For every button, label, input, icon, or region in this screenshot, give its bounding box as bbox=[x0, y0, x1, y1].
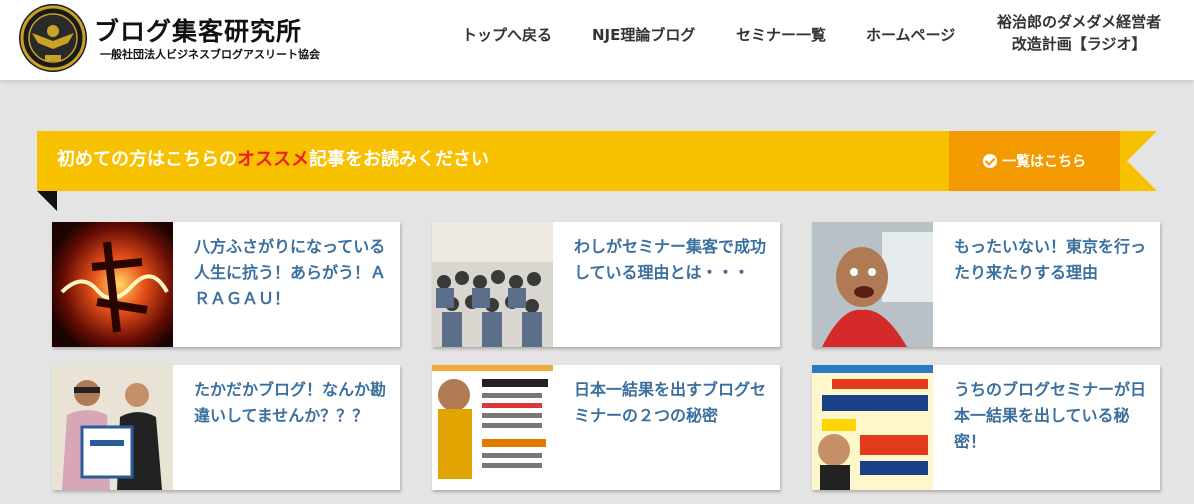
article-thumbnail-seminar-flyer[interactable] bbox=[432, 365, 553, 490]
article-thumbnail-two-men[interactable] bbox=[52, 365, 173, 490]
banner-fold-shape bbox=[37, 191, 57, 211]
site-header: ブログ集客研究所 一般社団法人ビジネスブログアスリート協会 トップへ戻る NJE… bbox=[0, 0, 1194, 80]
nav-homepage[interactable]: ホームページ bbox=[866, 24, 955, 46]
banner-text-highlight: オススメ bbox=[237, 149, 309, 170]
article-title[interactable]: もったいない！東京を行ったり来たりする理由 bbox=[954, 234, 1150, 286]
nav-radio[interactable]: 裕治郎のダメダメ経営者 改造計画【ラジオ】 bbox=[997, 11, 1161, 55]
article-card[interactable]: もったいない！東京を行ったり来たりする理由 bbox=[812, 222, 1160, 347]
article-card[interactable]: わしがセミナー集客で成功している理由とは・・・ bbox=[432, 222, 780, 347]
banner-text: 初めての方はこちらのオススメ記事をお読みください bbox=[57, 146, 489, 174]
article-title[interactable]: わしがセミナー集客で成功している理由とは・・・ bbox=[574, 234, 770, 286]
article-title[interactable]: 八方ふさがりになっている人生に抗う！あらがう！ＡＲＡＧＡＵ！ bbox=[194, 234, 390, 312]
check-circle-icon bbox=[983, 154, 997, 168]
logo-title[interactable]: ブログ集客研究所 bbox=[94, 12, 302, 48]
article-thumbnail-nje-seminar[interactable] bbox=[812, 365, 933, 490]
article-title[interactable]: うちのブログセミナーが日本一結果を出している秘密！ bbox=[954, 377, 1150, 455]
article-title[interactable]: 日本一結果を出すブログセミナーの２つの秘密 bbox=[574, 377, 770, 429]
article-card[interactable]: 八方ふさがりになっている人生に抗う！あらがう！ＡＲＡＧＡＵ！ bbox=[52, 222, 400, 347]
nav-nje-blog[interactable]: NJE理論ブログ bbox=[592, 24, 695, 46]
article-card[interactable]: うちのブログセミナーが日本一結果を出している秘密！ bbox=[812, 365, 1160, 490]
nav-radio-line1: 裕治郎のダメダメ経営者 bbox=[997, 13, 1162, 31]
article-card[interactable]: 日本一結果を出すブログセミナーの２つの秘密 bbox=[432, 365, 780, 490]
banner-text-before: 初めての方はこちらの bbox=[57, 149, 237, 170]
nav-top[interactable]: トップへ戻る bbox=[462, 24, 552, 46]
article-title[interactable]: たかだかブログ！なんか勘違いしてませんか？？？ bbox=[194, 377, 390, 429]
article-thumbnail-man-train[interactable] bbox=[812, 222, 933, 347]
view-list-button[interactable]: 一覧はこちら bbox=[949, 131, 1120, 191]
article-thumbnail-group-photo[interactable] bbox=[432, 222, 553, 347]
nav-radio-line2: 改造計画【ラジオ】 bbox=[1011, 35, 1147, 53]
article-thumbnail-fire-kanji[interactable] bbox=[52, 222, 173, 347]
nav-seminars[interactable]: セミナー一覧 bbox=[736, 24, 826, 46]
logo-subtitle: 一般社団法人ビジネスブログアスリート協会 bbox=[100, 48, 320, 61]
logo-emblem-icon[interactable] bbox=[18, 3, 88, 73]
banner-text-after: 記事をお読みください bbox=[309, 149, 489, 170]
view-list-label: 一覧はこちら bbox=[1002, 154, 1086, 170]
article-card[interactable]: たかだかブログ！なんか勘違いしてませんか？？？ bbox=[52, 365, 400, 490]
